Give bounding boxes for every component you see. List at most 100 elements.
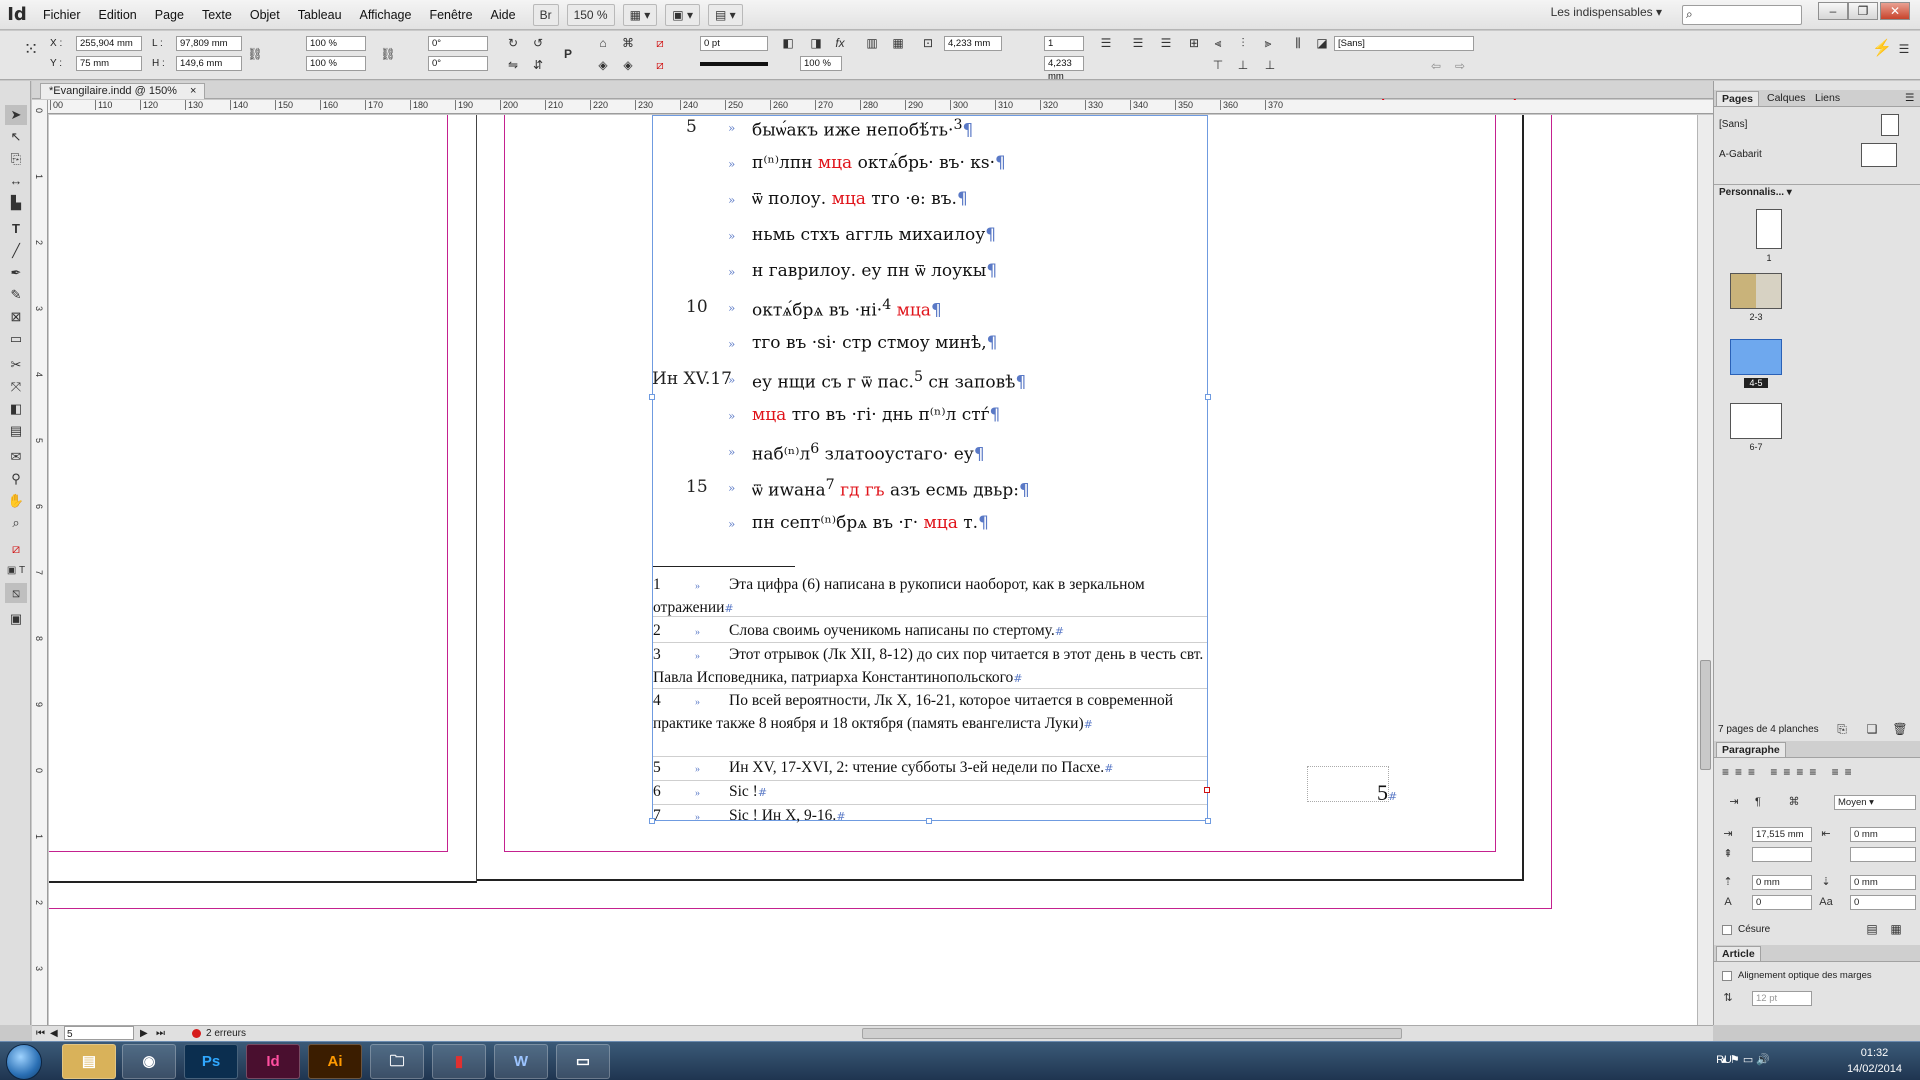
apply-none-icon[interactable]: ⧅ (5, 583, 27, 603)
gutter-field-2[interactable]: 4,233 mm (1044, 56, 1084, 82)
pen-tool-icon[interactable]: ✒ (5, 263, 27, 283)
hand-tool-icon[interactable]: ✋ (5, 491, 27, 511)
eyedropper-tool-icon[interactable]: ⚲ (5, 469, 27, 489)
opacity-field[interactable]: 100 % (800, 56, 842, 71)
menu-page[interactable]: Page (146, 0, 193, 30)
auto-fit-icon[interactable]: ⊡ (920, 35, 936, 51)
master-spread-thumbnail[interactable] (1861, 143, 1897, 167)
window-icon[interactable]: ▭ (556, 1044, 610, 1079)
acrobat-icon[interactable]: ▮ (432, 1044, 486, 1079)
menu-objet[interactable]: Objet (241, 0, 289, 30)
align-top-edges-icon[interactable]: ⊤ (1210, 57, 1226, 73)
align-right-edges-icon[interactable]: ⫸ (1260, 35, 1276, 51)
page-thumbnail-2-3[interactable] (1730, 273, 1782, 309)
tab-article[interactable]: Article (1716, 946, 1761, 961)
drop-cap-chars-field[interactable]: 0 (1850, 895, 1916, 910)
align-left-edges-icon[interactable]: ⫷ (1210, 35, 1226, 51)
align-center-icon[interactable]: ☰ (1130, 35, 1146, 51)
menu-fenetre[interactable]: Fenêtre (420, 0, 481, 30)
height-field[interactable]: 149,6 mm (176, 56, 242, 71)
paragraph-direction-rtl-icon[interactable]: ¶ (1750, 795, 1766, 810)
page-thumbnail-6-7[interactable] (1730, 403, 1782, 439)
width-field[interactable]: 97,809 mm (176, 36, 242, 51)
last-page-icon[interactable]: ⏭ (156, 1026, 165, 1041)
pencil-tool-icon[interactable]: ✎ (5, 285, 27, 305)
rectangle-frame-tool-icon[interactable]: ⊠ (5, 307, 27, 327)
space-after-field[interactable]: 0 mm (1850, 875, 1916, 890)
select-container-icon[interactable]: ⌂ (595, 35, 611, 51)
align-to-grid-icon[interactable]: ▦ (1888, 921, 1904, 937)
word-icon[interactable]: W (494, 1044, 548, 1079)
selection-tool-icon[interactable]: ➤ (5, 105, 27, 125)
align-bottom-icon[interactable]: ☰ (1158, 35, 1174, 51)
delete-page-icon[interactable]: 🗑 (1892, 721, 1908, 737)
fill-swatch-icon[interactable]: ⧄ (652, 35, 668, 51)
menu-tableau[interactable]: Tableau (289, 0, 351, 30)
align-vcenter-icon[interactable]: ⊥ (1235, 57, 1251, 73)
first-page-icon[interactable]: ⏮ (36, 1026, 45, 1041)
vertical-ruler[interactable]: 0 1 2 3 4 5 6 7 8 9 0 1 2 3 (32, 100, 48, 1025)
gradient-swatch-tool-icon[interactable]: ◧ (5, 399, 27, 419)
vertical-scroll-thumb[interactable] (1700, 660, 1711, 770)
close-button[interactable]: ✕ (1880, 2, 1910, 20)
clear-overrides-icon[interactable]: ⇦ (1428, 58, 1444, 74)
flip-vertical-icon[interactable]: ⇵ (530, 57, 546, 73)
lightning-icon[interactable]: ⚡ (1872, 41, 1892, 57)
menu-affichage[interactable]: Affichage (351, 0, 421, 30)
gap-tool-icon[interactable]: ↔ (5, 171, 27, 191)
select-next-icon[interactable]: ◈ (620, 57, 636, 73)
y-field[interactable]: 75 mm (76, 56, 142, 71)
explorer-icon[interactable]: ▤ (62, 1044, 116, 1079)
article-size-field[interactable]: 12 pt (1752, 991, 1812, 1006)
zoom-select[interactable]: 150 % (566, 3, 615, 26)
optical-margin-checkbox[interactable] (1722, 971, 1732, 981)
menu-edition[interactable]: Edition (90, 0, 146, 30)
object-style-select[interactable]: [Sans] (1334, 36, 1474, 51)
content-collector-icon[interactable]: ▙ (5, 193, 27, 213)
bridge-button[interactable]: Br (532, 3, 559, 26)
gradient-feather-tool-icon[interactable]: ▤ (5, 421, 27, 441)
tab-pages[interactable]: Pages (1716, 91, 1759, 106)
select-content-icon[interactable]: ⌘ (620, 35, 636, 51)
chrome-icon[interactable]: ◉ (122, 1044, 176, 1079)
effects-icon[interactable]: fx (832, 35, 848, 51)
rotate-ccw-icon[interactable]: ↺ (530, 35, 546, 51)
drop-cap-lines-field[interactable]: 0 (1752, 895, 1812, 910)
constrain-scale-icon[interactable]: ⛓ (380, 46, 396, 62)
line-tool-icon[interactable]: ╱ (5, 241, 27, 261)
flip-horizontal-icon[interactable]: ⇋ (505, 57, 521, 73)
tab-liens[interactable]: Liens (1810, 91, 1845, 106)
tab-paragraph[interactable]: Paragraphe (1716, 742, 1786, 757)
stroke-swatch-icon[interactable]: ⧄ (652, 57, 668, 73)
x-field[interactable]: 255,904 mm (76, 36, 142, 51)
horizontal-scroll-thumb[interactable] (862, 1028, 1402, 1039)
start-button[interactable] (6, 1044, 42, 1080)
align-hcenter-icon[interactable]: ⫶ (1235, 35, 1251, 51)
edit-page-size-icon[interactable]: ⎘ (1834, 721, 1850, 737)
restore-button[interactable]: ❐ (1848, 2, 1878, 20)
next-page-icon[interactable]: ▶ (140, 1026, 148, 1041)
alignment-buttons[interactable]: ≡≡≡ ≡≡≡≡ ≡≡ (1722, 765, 1912, 779)
document-tab[interactable]: *Evangilaire.indd @ 150% × (40, 83, 206, 99)
menu-aide[interactable]: Aide (482, 0, 525, 30)
align-top-icon[interactable]: ☰ (1098, 35, 1114, 51)
free-transform-tool-icon[interactable]: ⤧ (5, 377, 27, 397)
note-tool-icon[interactable]: ✉ (5, 447, 27, 467)
balance-select[interactable]: Moyen ▾ (1834, 795, 1916, 810)
rotate-field[interactable]: 0° (428, 36, 488, 51)
shear-field[interactable]: 0° (428, 56, 488, 71)
direct-selection-tool-icon[interactable]: ↖ (5, 127, 27, 147)
fitting-icon[interactable]: ▦ (890, 35, 906, 51)
master-thumbnail[interactable] (1881, 114, 1899, 136)
scale-y-field[interactable]: 100 % (306, 56, 366, 71)
photoshop-icon[interactable]: Ps (184, 1044, 238, 1079)
columns-field[interactable]: 1 (1044, 36, 1084, 51)
first-line-indent-field[interactable] (1752, 847, 1812, 862)
scissors-tool-icon[interactable]: ✂ (5, 355, 27, 375)
fill-stroke-icon[interactable]: ⧄ (5, 539, 27, 559)
menu-texte[interactable]: Texte (193, 0, 241, 30)
menu-fichier[interactable]: Fichier (34, 0, 90, 30)
stroke-weight-field[interactable]: 0 pt (700, 36, 768, 51)
text-frame-options-icon[interactable]: ▥ (864, 35, 880, 51)
drop-shadow-icon[interactable]: ◧ (780, 35, 796, 51)
